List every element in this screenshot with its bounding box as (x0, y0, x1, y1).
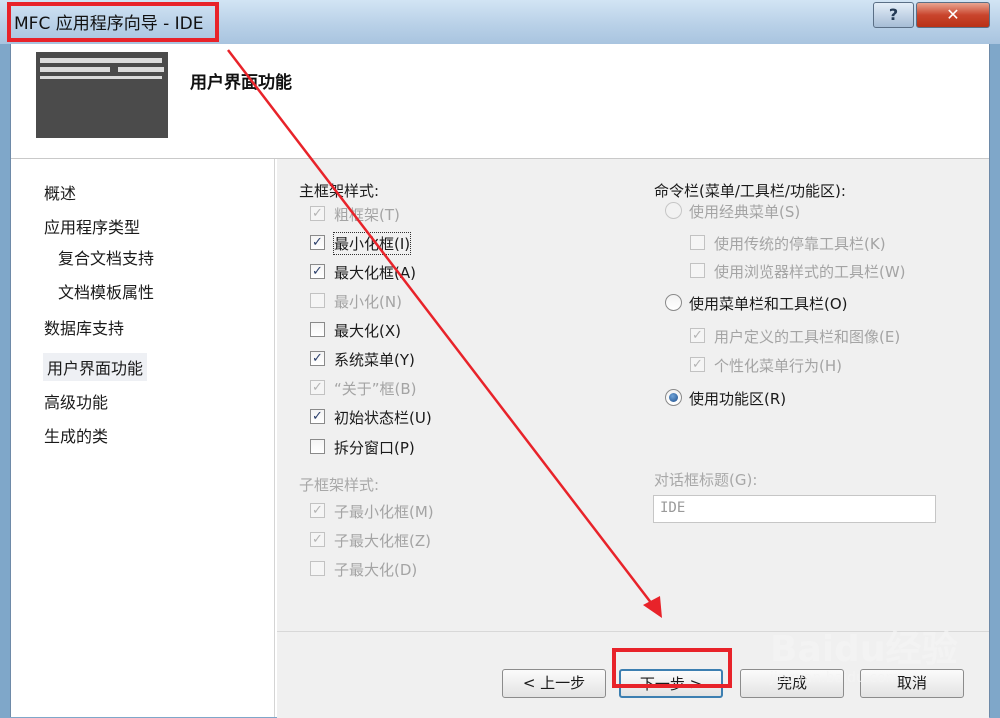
classic-menu-label: 使用经典菜单(S) (689, 203, 801, 221)
minimize-box-checkbox[interactable]: ✓ (310, 235, 325, 250)
about-box-label: “关于”框(B) (334, 380, 417, 398)
nav-item-doc-template[interactable]: 文档模板属性 (58, 279, 154, 303)
ribbon-radio[interactable] (665, 389, 682, 406)
dialog-title-input[interactable]: IDE (653, 495, 936, 523)
watermark-brand: Baidu经验 (770, 629, 958, 670)
thick-frame-label: 粗框架(T) (334, 206, 400, 224)
nav-item-compound-doc[interactable]: 复合文档支持 (58, 245, 154, 269)
baidu-watermark: Baidu经验 jingyan.baidu.com (770, 600, 980, 700)
nav-item-database[interactable]: 数据库支持 (44, 315, 124, 339)
wizard-nav: 概述 应用程序类型 复合文档支持 文档模板属性 数据库支持 用户界面功能 高级功… (11, 159, 275, 717)
maximize-box-label[interactable]: 最大化框(A) (334, 262, 416, 283)
child-minimize-box-label: 子最小化框(M) (334, 503, 434, 521)
dialog-title-label: 对话框标题(G): (654, 471, 758, 489)
minimized-checkbox (310, 293, 325, 308)
personalized-menu-label: 个性化菜单行为(H) (714, 357, 842, 375)
child-maximized-checkbox (310, 561, 325, 576)
status-bar-label[interactable]: 初始状态栏(U) (334, 407, 432, 428)
browser-toolbar-label: 使用浏览器样式的工具栏(W) (714, 263, 906, 281)
main-frame-heading: 主框架样式: (299, 182, 380, 200)
thick-frame-checkbox: ✓ (310, 206, 325, 221)
watermark-url: jingyan.baidu.com (770, 670, 900, 686)
child-minimize-box-checkbox: ✓ (310, 503, 325, 518)
child-frame-heading: 子框架样式: (299, 476, 380, 494)
docking-toolbar-label: 使用传统的停靠工具栏(K) (714, 235, 886, 253)
user-toolbar-images-checkbox: ✓ (690, 328, 705, 343)
browser-toolbar-checkbox (690, 263, 705, 278)
page-title: 用户界面功能 (190, 73, 292, 93)
personalized-menu-checkbox: ✓ (690, 357, 705, 372)
nav-item-ui-features[interactable]: 用户界面功能 (43, 353, 148, 381)
status-bar-checkbox[interactable]: ✓ (310, 409, 325, 424)
back-button[interactable]: < 上一步 (502, 669, 606, 698)
system-menu-label[interactable]: 系统菜单(Y) (334, 349, 415, 370)
wizard-logo-icon (36, 52, 168, 138)
child-maximized-label: 子最大化(D) (334, 561, 418, 579)
nav-item-app-type[interactable]: 应用程序类型 (44, 214, 140, 238)
nav-item-advanced[interactable]: 高级功能 (44, 389, 108, 413)
about-box-checkbox: ✓ (310, 380, 325, 395)
maximized-checkbox[interactable] (310, 322, 325, 337)
wizard-header: 用户界面功能 (11, 44, 989, 159)
child-maximize-box-label: 子最大化框(Z) (334, 532, 431, 550)
help-button[interactable]: ? (873, 2, 914, 28)
nav-item-generated-classes[interactable]: 生成的类 (44, 423, 108, 447)
options-panel: 主框架样式: ✓ 粗框架(T) ✓ 最小化框(I) ✓ 最大化框(A) 最小化(… (277, 159, 989, 631)
split-window-checkbox[interactable] (310, 439, 325, 454)
minimize-box-label[interactable]: 最小化框(I) (332, 232, 412, 255)
minimized-label: 最小化(N) (334, 293, 402, 311)
maximized-label[interactable]: 最大化(X) (334, 320, 401, 341)
ribbon-label[interactable]: 使用功能区(R) (689, 388, 786, 409)
next-annotation-box (612, 648, 732, 688)
nav-item-overview[interactable]: 概述 (44, 180, 76, 204)
menubar-toolbar-label[interactable]: 使用菜单栏和工具栏(O) (689, 293, 848, 314)
child-maximize-box-checkbox: ✓ (310, 532, 325, 547)
menubar-toolbar-radio[interactable] (665, 294, 682, 311)
maximize-box-checkbox[interactable]: ✓ (310, 264, 325, 279)
command-bar-heading: 命令栏(菜单/工具栏/功能区): (654, 182, 846, 200)
system-menu-checkbox[interactable]: ✓ (310, 351, 325, 366)
docking-toolbar-checkbox (690, 235, 705, 250)
title-annotation-box (7, 2, 219, 42)
split-window-label[interactable]: 拆分窗口(P) (334, 437, 415, 458)
user-toolbar-images-label: 用户定义的工具栏和图像(E) (714, 328, 901, 346)
classic-menu-radio (665, 202, 682, 219)
close-button[interactable]: ✕ (916, 2, 990, 28)
